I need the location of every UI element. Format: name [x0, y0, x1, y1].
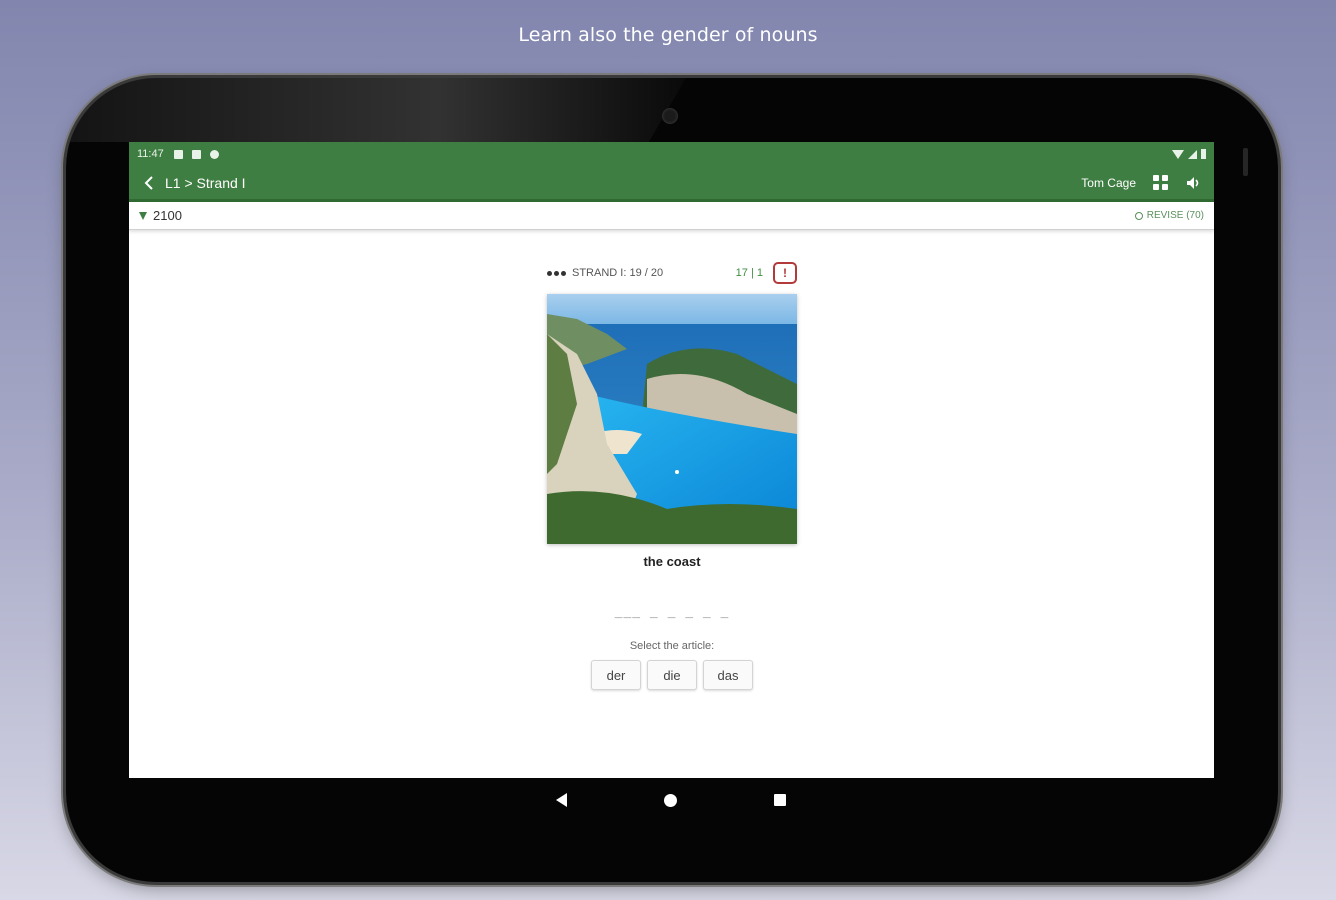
notification-icon [173, 149, 183, 159]
breadcrumb[interactable]: L1 > Strand I [165, 175, 246, 191]
wifi-icon [1172, 149, 1184, 159]
sd-card-icon [191, 149, 201, 159]
user-name[interactable]: Tom Cage [1081, 176, 1136, 190]
instruction-text: Select the article: [629, 640, 715, 652]
lesson-content: STRAND I: 19 / 20 17 | 1 ! the coast ___… [129, 230, 1214, 778]
camera-icon [662, 108, 678, 124]
article-die-button[interactable]: die [647, 660, 697, 690]
signal-icon [1188, 149, 1197, 159]
bezel-glare [66, 78, 686, 142]
headline: Learn also the gender of nouns [518, 24, 818, 46]
points-count: 2100 [153, 208, 182, 223]
target-word: the coast [643, 554, 701, 569]
back-arrow-icon [144, 175, 153, 190]
coast-photo [547, 294, 797, 544]
speaker-icon [1187, 176, 1199, 189]
grid-button[interactable] [1150, 173, 1170, 193]
nav-home-icon[interactable] [664, 793, 677, 807]
revise-label: REVISE (70) [1146, 210, 1204, 221]
article-der-button[interactable]: der [591, 660, 641, 690]
side-button [1243, 148, 1248, 176]
strand-progress: STRAND I: 19 / 20 [572, 267, 664, 279]
nav-back-icon[interactable] [556, 793, 567, 807]
sub-bar: 2100 REVISE (70) [129, 202, 1214, 230]
card-header: STRAND I: 19 / 20 17 | 1 ! [547, 260, 797, 286]
screen: 11:47 L1 > Strand I Tom Cage 2100 REVISE… [129, 142, 1214, 778]
grid-icon [1152, 175, 1168, 190]
nav-recent-icon[interactable] [774, 794, 786, 806]
revise-icon [1134, 211, 1143, 220]
sync-icon [209, 149, 219, 159]
menu-dots-icon[interactable] [547, 270, 566, 276]
answer-blanks: ___ _ _ _ _ _ [614, 604, 730, 619]
battery-icon [1201, 149, 1206, 159]
back-button[interactable] [139, 173, 159, 193]
status-bar: 11:47 [129, 142, 1214, 166]
status-time: 11:47 [137, 148, 164, 160]
tablet-frame: 11:47 L1 > Strand I Tom Cage 2100 REVISE… [66, 78, 1278, 882]
revise-button[interactable]: REVISE (70) [1134, 210, 1204, 221]
sound-button[interactable] [1184, 173, 1204, 193]
article-das-button[interactable]: das [703, 660, 753, 690]
app-bar: L1 > Strand I Tom Cage [129, 166, 1214, 202]
report-button[interactable]: ! [773, 262, 797, 284]
article-options: der die das [547, 660, 797, 690]
score: 17 | 1 [735, 267, 763, 279]
android-nav-bar [556, 790, 786, 810]
gem-icon [139, 211, 147, 220]
